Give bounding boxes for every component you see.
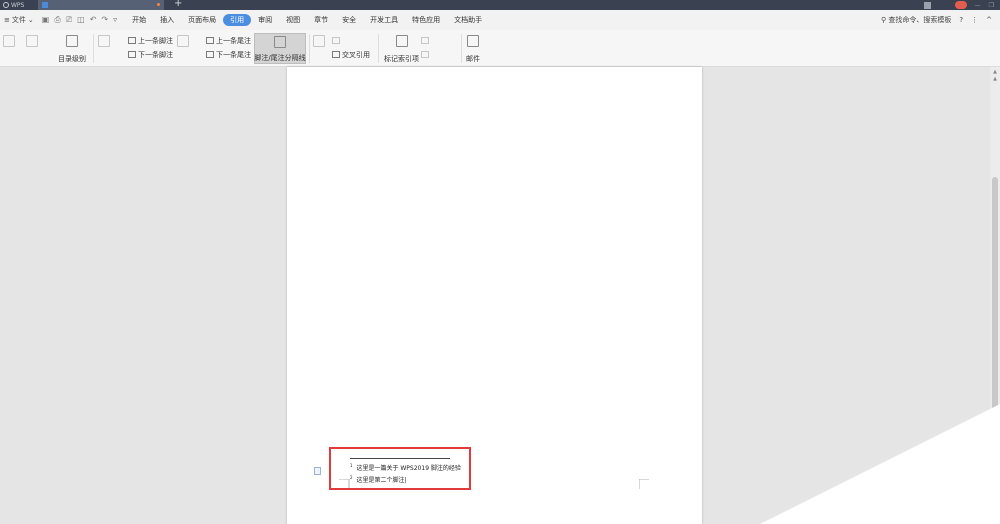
insert-footnote-icon [98,35,110,47]
prev-footnote-label: 上一条脚注 [138,36,173,45]
tab-developer[interactable]: 开发工具 [363,14,405,26]
cross-reference-icon [332,51,340,58]
caption-icon [313,35,325,47]
caption-button[interactable] [313,33,325,64]
mark-index-entry-icon [395,35,408,47]
insert-index-button[interactable] [421,35,431,46]
scroll-up-icon[interactable]: ▲ [991,69,999,75]
toc-icon [3,35,15,47]
customize-icon[interactable]: ▿ [113,15,117,25]
titlebar-right: — ❐ [923,0,1000,10]
prev-endnote-button[interactable]: 上一条尾注 [206,35,251,46]
command-search[interactable]: ⚲ 查找命令、搜索模板 [881,15,951,25]
prev-endnote-icon [206,37,214,44]
insert-index-icon [421,37,429,44]
margin-corner-mark [639,479,649,489]
next-endnote-button[interactable]: 下一条尾注 [206,49,251,60]
menubar-right: ⚲ 查找命令、搜索模板 ? ⋮ ^ [881,10,992,30]
table-of-figures-icon [332,37,340,44]
tab-review[interactable]: 审阅 [251,14,279,26]
document-tab[interactable] [38,0,164,10]
file-menu-label: 文件 [11,16,26,24]
collapse-ribbon-icon[interactable]: ^ [986,16,992,24]
next-endnote-icon [206,51,214,58]
doc-list-icon[interactable] [923,1,931,9]
save-icon[interactable]: ▣ [42,15,50,25]
ribbon-divider [93,34,94,63]
update-index-button[interactable] [421,49,431,60]
tab-features[interactable]: 特色应用 [405,14,447,26]
ribbon-divider [461,34,462,63]
minimize-icon[interactable]: — [975,2,981,9]
ribbon-divider [378,34,379,63]
prev-footnote-button[interactable]: 上一条脚注 [128,35,173,46]
cross-reference-button[interactable]: 交叉引用 [332,49,370,60]
search-icon: ⚲ [881,16,887,24]
tab-section[interactable]: 章节 [307,14,335,26]
mark-index-entry-button[interactable]: 标记索引项 [384,33,419,64]
next-footnote-label: 下一条脚注 [138,50,173,59]
toc-level-button[interactable]: 目录级别 [58,33,86,64]
update-index-icon [421,51,429,58]
footnote-separator-label: 脚注/尾注分隔线 [254,54,306,62]
insert-endnote-icon [177,35,189,47]
wps-home-tab[interactable]: WPS [0,0,38,10]
command-search-label: 查找命令、搜索模板 [888,16,952,24]
cross-reference-label: 交叉引用 [342,50,370,59]
mail-button[interactable]: 邮件 [466,33,480,64]
print-icon[interactable]: ⎚ [66,15,72,25]
toc-level-label: 目录级别 [58,55,86,63]
prev-footnote-icon [128,37,136,44]
chevron-down-icon: ⌄ [27,16,34,24]
tab-references[interactable]: 引用 [223,14,252,26]
mail-icon [467,35,479,47]
preview-icon[interactable]: ◫ [77,15,85,25]
tab-insert[interactable]: 插入 [153,14,181,26]
next-footnote-icon [128,51,136,58]
paragraph-handle-icon[interactable] [314,467,321,475]
update-toc-button[interactable] [26,33,38,64]
quick-access-toolbar: ▣ ⎙ ⎚ ◫ ↶ ↷ ▿ [42,15,117,25]
white-overlay-shape [760,404,1000,524]
file-menu[interactable]: ≡ 文件 ⌄ [0,15,38,25]
login-button[interactable] [954,1,967,9]
insert-footnote-button[interactable] [98,33,110,64]
highlight-box [329,447,471,490]
mark-index-entry-label: 标记索引项 [384,55,419,63]
new-tab-button[interactable]: + [174,0,182,9]
insert-endnote-button[interactable] [177,33,189,64]
toc-button[interactable] [3,33,15,64]
more-icon[interactable]: ⋮ [971,16,978,24]
document-icon [42,2,48,8]
export-icon[interactable]: ⎙ [54,15,60,25]
mail-label: 邮件 [466,55,480,63]
insert-table-of-figures-button[interactable] [332,35,342,46]
redo-icon[interactable]: ↷ [101,15,108,25]
toc-level-icon [66,35,78,47]
menu-bar: ≡ 文件 ⌄ ▣ ⎙ ⎚ ◫ ↶ ↷ ▿ 开始 插入 页面布局 引用 审阅 视图… [0,10,1000,30]
tab-home[interactable]: 开始 [125,14,153,26]
footnote-separator-button[interactable]: 脚注/尾注分隔线 [254,33,306,64]
wps-logo-icon [3,2,9,8]
undo-icon[interactable]: ↶ [90,15,97,25]
scroll-up-icon[interactable]: ▲ [991,76,999,82]
unsaved-dot-icon [157,3,160,6]
restore-icon[interactable]: ❐ [989,2,994,9]
next-footnote-button[interactable]: 下一条脚注 [128,49,173,60]
hamburger-icon: ≡ [4,16,10,24]
tab-page-layout[interactable]: 页面布局 [181,14,223,26]
tab-view[interactable]: 视图 [279,14,307,26]
wps-tab-label: WPS [11,1,25,9]
ribbon-divider [309,34,310,63]
update-toc-icon [26,35,38,47]
tab-security[interactable]: 安全 [335,14,363,26]
title-bar: WPS + — ❐ [0,0,1000,10]
help-button[interactable]: ? [959,16,963,24]
next-endnote-label: 下一条尾注 [216,50,251,59]
tab-doc-assistant[interactable]: 文档助手 [447,14,489,26]
footnote-separator-icon [274,36,286,48]
prev-endnote-label: 上一条尾注 [216,36,251,45]
ribbon-references: 目录级别 上一条脚注 下一条脚注 上一条尾注 下一条尾注 脚注/尾注分隔线 交叉… [0,30,1000,67]
